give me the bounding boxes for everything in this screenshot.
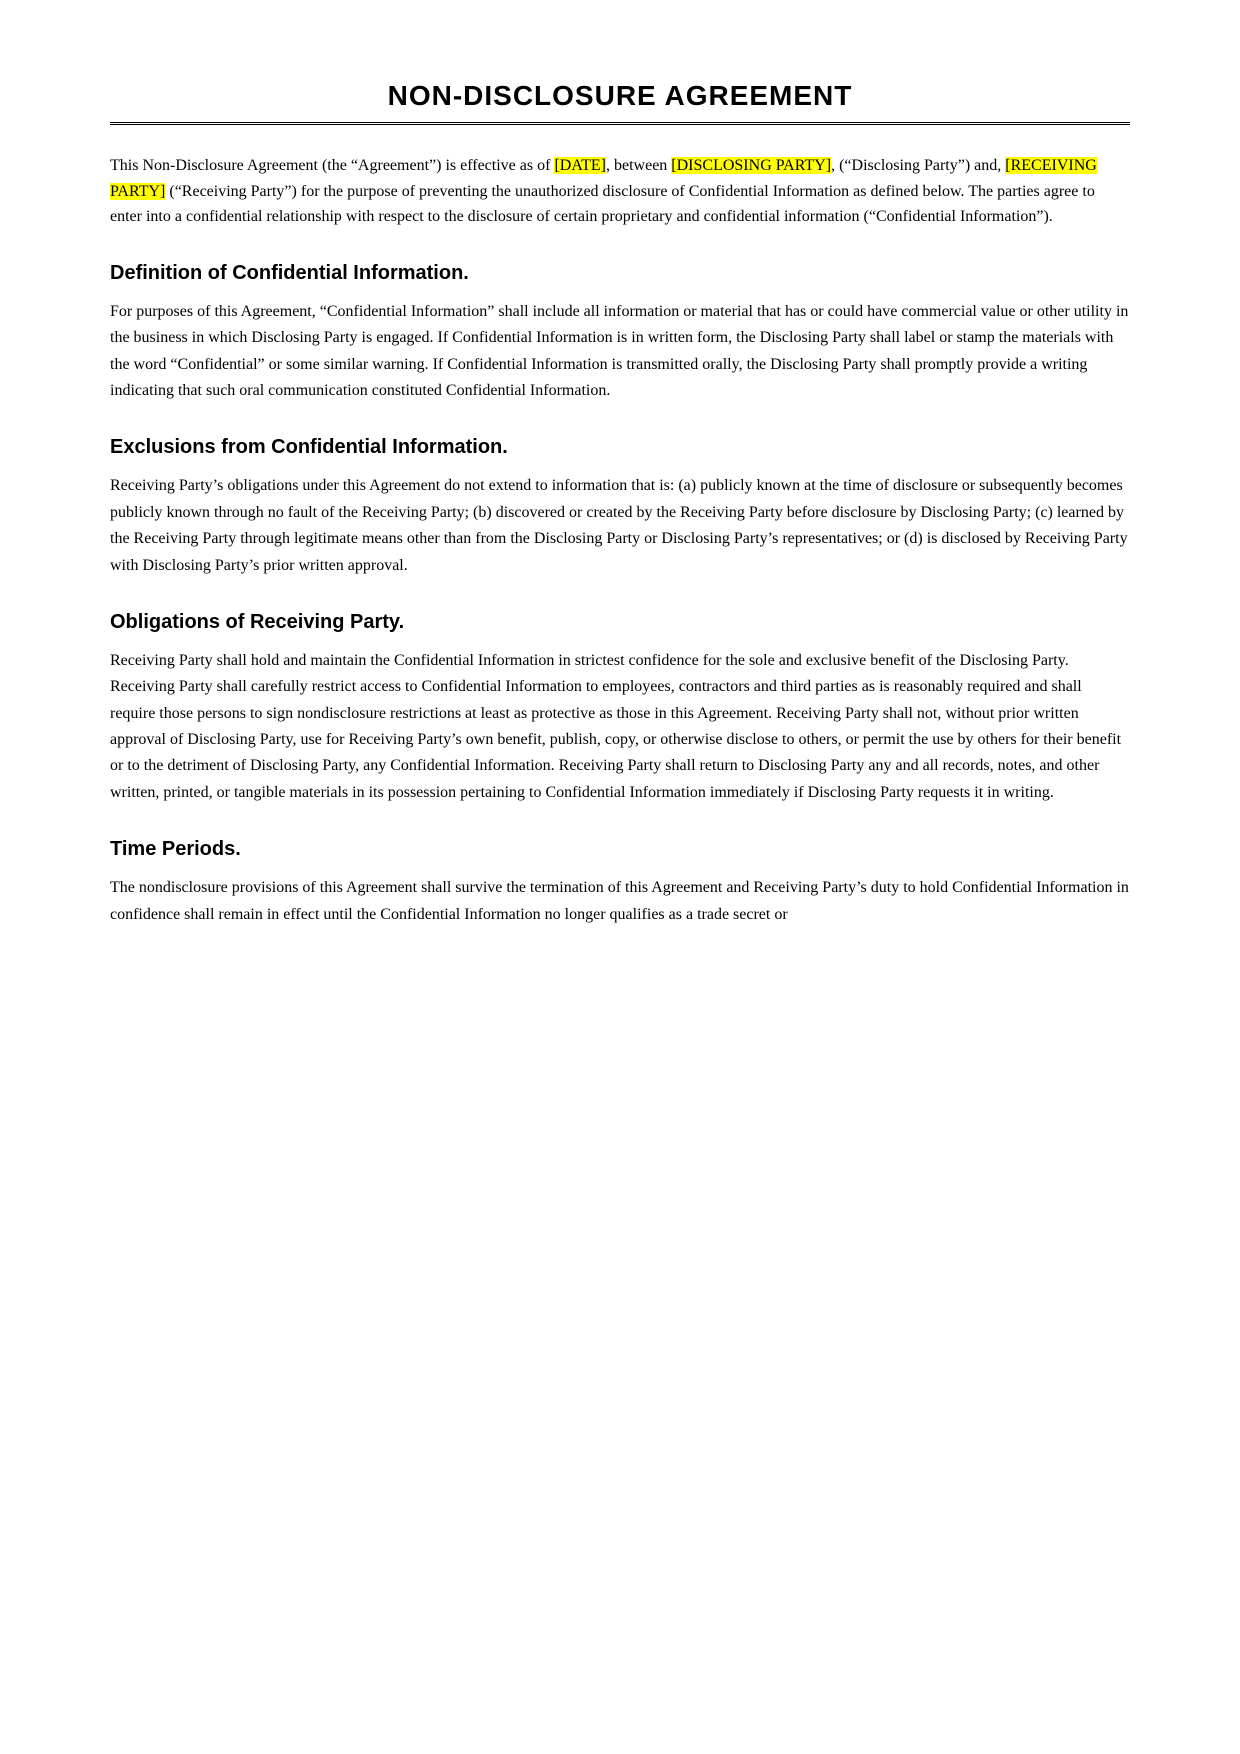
section-exclusions-heading: Exclusions from Confidential Information… xyxy=(110,436,1130,459)
section-definition-body: For purposes of this Agreement, “Confide… xyxy=(110,299,1130,405)
intro-text-before-date: This Non-Disclosure Agreement (the “Agre… xyxy=(110,157,554,174)
section-obligations-heading: Obligations of Receiving Party. xyxy=(110,611,1130,634)
intro-paragraph: This Non-Disclosure Agreement (the “Agre… xyxy=(110,153,1130,230)
section-time-periods-body: The nondisclosure provisions of this Agr… xyxy=(110,875,1130,928)
section-definition: Definition of Confidential Information. … xyxy=(110,262,1130,405)
intro-text-after-receiving: (“Receiving Party”) for the purpose of p… xyxy=(110,183,1095,226)
intro-text-after-disclosing: , (“Disclosing Party”) and, xyxy=(831,157,1005,174)
section-obligations: Obligations of Receiving Party. Receivin… xyxy=(110,611,1130,806)
disclosing-party-placeholder: [DISCLOSING PARTY] xyxy=(671,157,831,174)
intro-text-after-date: , between xyxy=(606,157,671,174)
document-page: NON-DISCLOSURE AGREEMENT This Non-Disclo… xyxy=(0,0,1240,1754)
section-time-periods-heading: Time Periods. xyxy=(110,838,1130,861)
document-title: NON-DISCLOSURE AGREEMENT xyxy=(110,80,1130,112)
date-placeholder: [DATE] xyxy=(554,157,606,174)
section-obligations-body: Receiving Party shall hold and maintain … xyxy=(110,648,1130,806)
title-divider xyxy=(110,122,1130,125)
section-exclusions: Exclusions from Confidential Information… xyxy=(110,436,1130,579)
section-exclusions-body: Receiving Party’s obligations under this… xyxy=(110,473,1130,579)
section-definition-heading: Definition of Confidential Information. xyxy=(110,262,1130,285)
section-time-periods: Time Periods. The nondisclosure provisio… xyxy=(110,838,1130,928)
